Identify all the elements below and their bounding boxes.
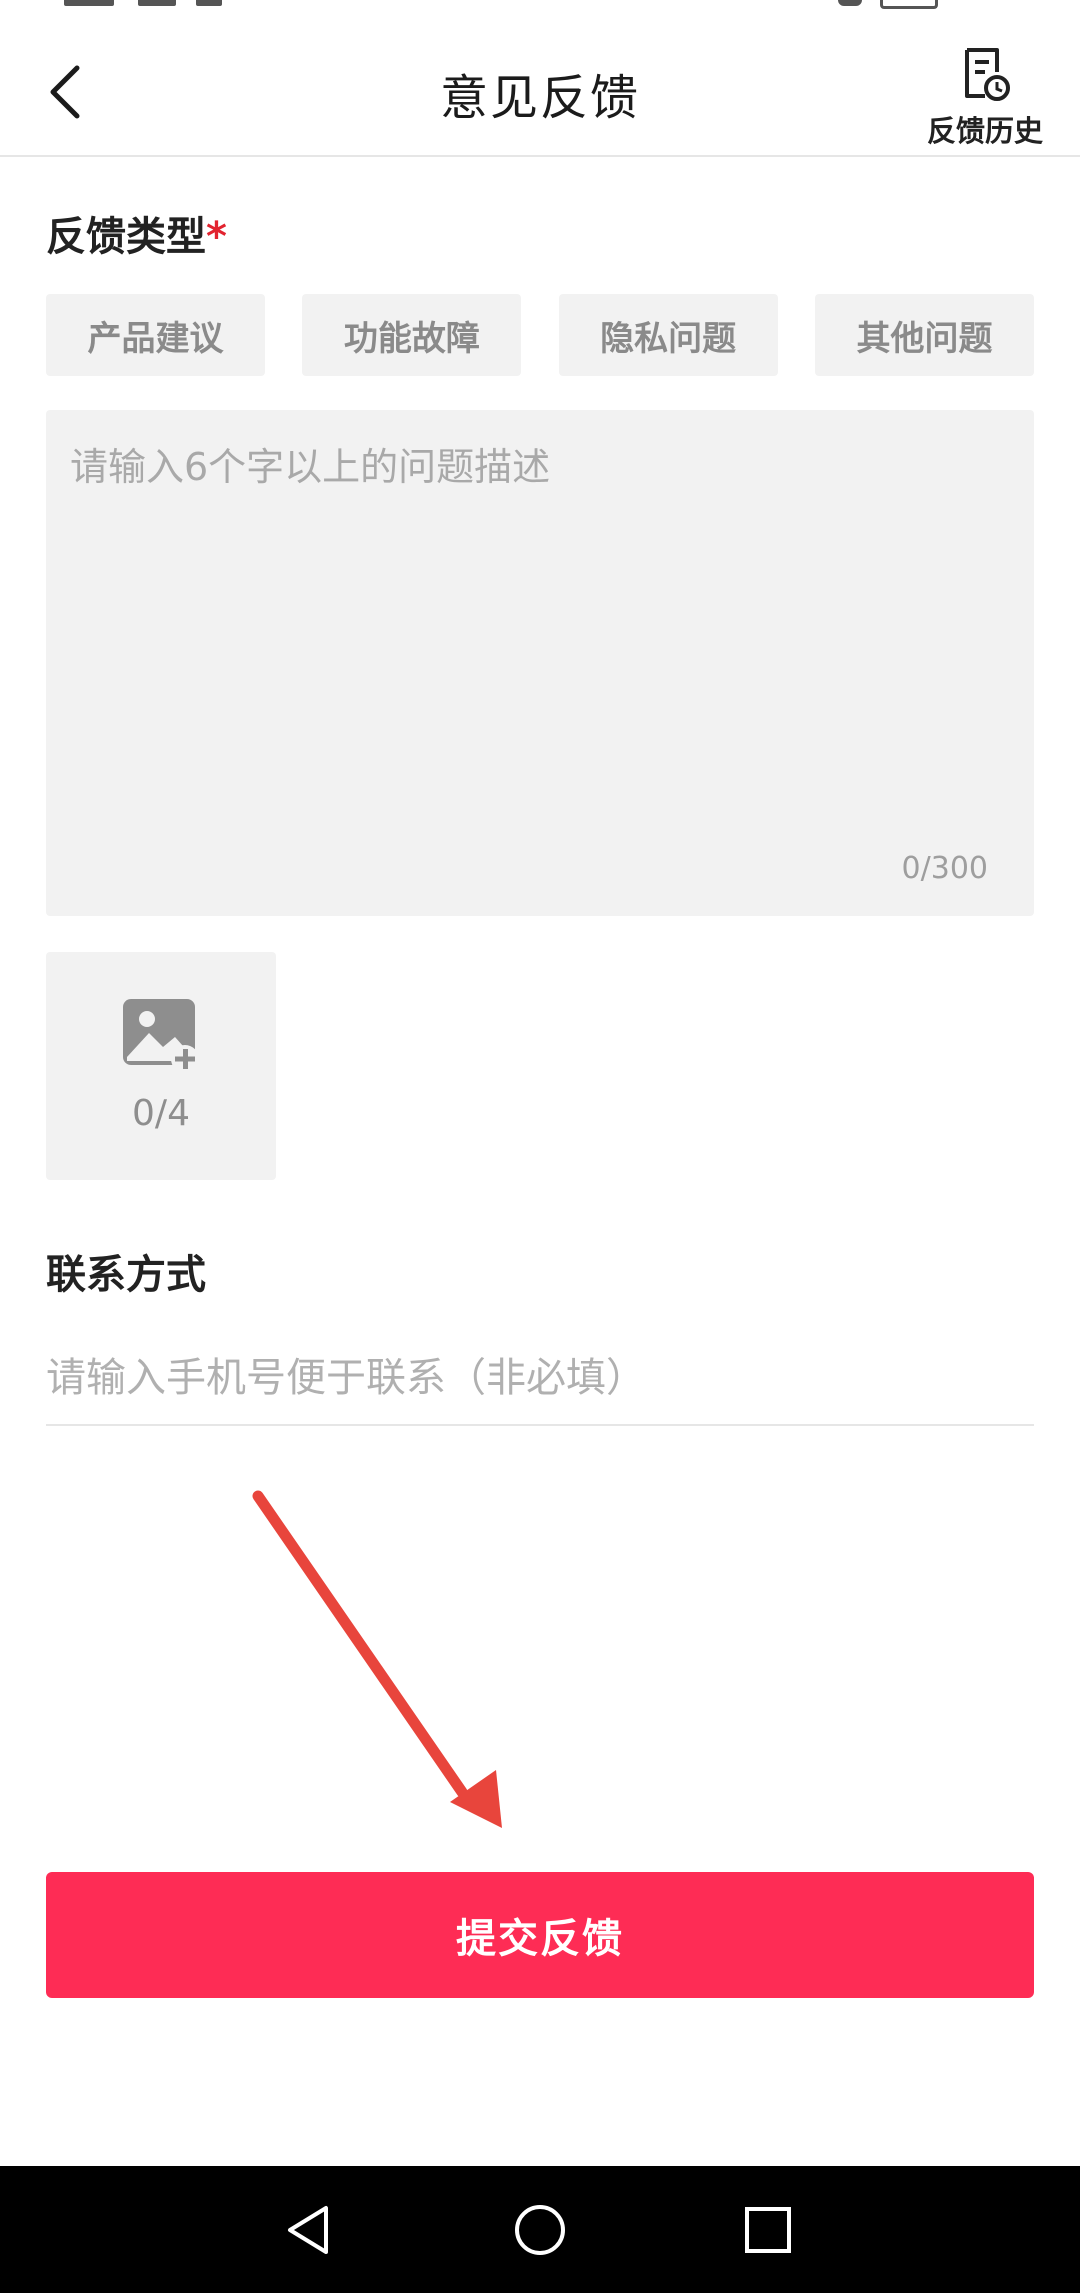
feedback-history-button[interactable]: 反馈历史 [920, 46, 1050, 156]
image-counter: 0/4 [132, 1093, 190, 1134]
annotation-arrow-icon [252, 1490, 502, 1828]
type-option-product-suggestion[interactable]: 产品建议 [46, 294, 265, 376]
feedback-page: 意见反馈 反馈历史 反馈类型* 产品建议 功能故障 隐私问题 其他问题 0/30… [0, 0, 1080, 2293]
feedback-type-label: 反馈类型 [46, 214, 206, 260]
submit-feedback-button[interactable]: 提交反馈 [46, 1872, 1034, 1998]
signal-icon [64, 0, 114, 6]
feedback-type-title: 反馈类型* [46, 204, 227, 262]
type-option-privacy-issue[interactable]: 隐私问题 [558, 294, 778, 376]
contact-title: 联系方式 [46, 1252, 206, 1298]
wifi-icon [196, 0, 222, 6]
nav-back-icon [288, 2206, 328, 2254]
type-option-function-bug[interactable]: 功能故障 [302, 294, 522, 376]
type-option-other-issue[interactable]: 其他问题 [814, 294, 1034, 376]
nav-home-button[interactable] [502, 2192, 578, 2268]
battery-icon [880, 0, 938, 9]
status-bar [0, 0, 1080, 12]
description-char-counter: 0/300 [901, 851, 988, 886]
nav-recents-icon [745, 2207, 791, 2253]
nav-recents-button[interactable] [730, 2192, 806, 2268]
description-input[interactable] [46, 410, 1034, 840]
feedback-history-label: 反馈历史 [926, 114, 1043, 148]
header-bar: 意见反馈 反馈历史 [0, 12, 1080, 157]
history-document-clock-icon [965, 48, 1010, 101]
add-image-icon [123, 999, 199, 1073]
nav-back-button[interactable] [272, 2192, 348, 2268]
signal-icon-2 [138, 0, 176, 6]
nav-home-icon [515, 2205, 565, 2255]
notification-icon [838, 0, 862, 6]
description-box: 0/300 [46, 410, 1034, 916]
system-navigation-bar [0, 2166, 1080, 2293]
image-upload-button[interactable]: 0/4 [46, 952, 276, 1180]
feedback-type-options: 产品建议 功能故障 隐私问题 其他问题 [46, 294, 1034, 376]
required-mark: * [206, 214, 227, 260]
page-title: 意见反馈 [439, 70, 640, 126]
contact-phone-input[interactable] [46, 1332, 1034, 1426]
